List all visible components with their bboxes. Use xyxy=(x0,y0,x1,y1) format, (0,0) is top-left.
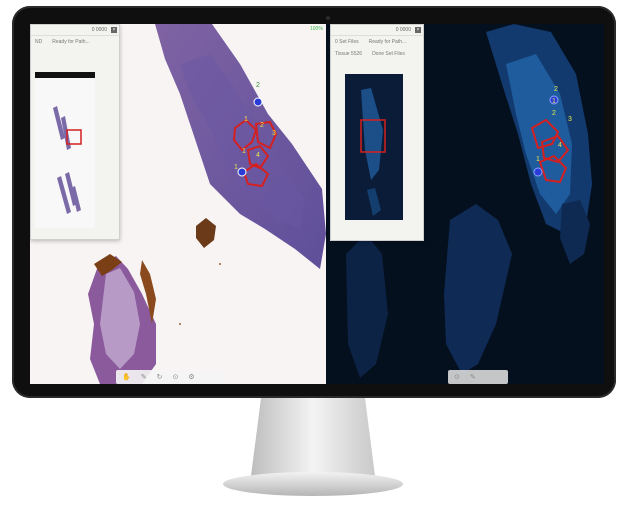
roi-label: 2 xyxy=(554,86,558,93)
roi-label: 2 xyxy=(256,82,260,89)
marker-left-bottom[interactable] xyxy=(237,167,247,177)
close-icon[interactable]: × xyxy=(415,27,421,33)
fluorescence-thumbnail[interactable] xyxy=(331,60,423,240)
roi-label: 2 xyxy=(552,110,556,117)
zoom-icon[interactable]: ⊙ xyxy=(172,373,178,381)
panel-titlebar: 0 0000 × xyxy=(331,25,423,36)
panel-row2-left: Tissue 5526 xyxy=(335,51,363,57)
roi-label: 1 xyxy=(244,116,248,123)
roi-label: 3 xyxy=(568,116,572,123)
webcam xyxy=(326,16,330,20)
panel-row2-right: Done Set Files xyxy=(372,51,405,57)
panel-left-label: ND xyxy=(35,39,43,45)
settings-icon[interactable]: ⚙ xyxy=(188,373,194,381)
monitor-stand-neck xyxy=(251,398,375,476)
zoom-icon[interactable]: ⊙ xyxy=(454,373,460,381)
roi-label: 4 xyxy=(558,142,562,149)
panel-row: 0 Set Files Ready for Path... xyxy=(331,36,423,48)
panel-row: Tissue 5526 Done Set Files xyxy=(331,48,423,60)
panel-titlebar: 0 0000 × xyxy=(31,25,119,36)
viewer-toolbar-left: ✋ ✎ ↻ ⊙ ⚙ xyxy=(116,370,224,384)
roi-label: 4 xyxy=(256,152,260,159)
panel-row1-right: Ready for Path... xyxy=(368,39,407,45)
roi-label: 3 xyxy=(272,130,276,137)
pen-icon[interactable]: ✎ xyxy=(470,373,476,381)
pen-icon[interactable]: ✎ xyxy=(141,373,147,381)
screen: 2 1 2 3 1 4 1 0 0000 × ND Ready for Path… xyxy=(30,24,604,384)
roi-label: 1 xyxy=(234,164,238,171)
marker-left-top[interactable] xyxy=(253,97,263,107)
slide-thumbnail[interactable] xyxy=(31,48,119,238)
panel-status: Ready for Path... xyxy=(52,39,90,45)
roi-label: 2 xyxy=(260,122,264,129)
panel-controls: 0 0000 xyxy=(395,27,411,33)
close-icon[interactable]: × xyxy=(111,27,117,33)
roi-label: 1 xyxy=(552,98,556,105)
overview-panel-right[interactable]: 0 0000 × 0 Set Files Ready for Path... T… xyxy=(330,24,424,241)
roi-label: 1 xyxy=(242,148,246,155)
panel-controls: 0 0000 xyxy=(91,27,107,33)
overview-panel-left[interactable]: 0 0000 × ND Ready for Path... xyxy=(30,24,120,240)
panel-status-row: ND Ready for Path... xyxy=(31,36,119,48)
pan-icon[interactable]: ✋ xyxy=(122,373,131,381)
roi-label: 1 xyxy=(536,156,540,163)
brightfield-viewer[interactable]: 2 1 2 3 1 4 1 0 0000 × ND Ready for Path… xyxy=(30,24,326,384)
rotate-icon[interactable]: ↻ xyxy=(157,373,163,381)
viewer-toolbar-right: ⊙ ✎ xyxy=(448,370,508,384)
monitor-stand-base xyxy=(223,472,403,496)
panel-row1-left: 0 Set Files xyxy=(335,39,359,45)
marker-right-bottom[interactable] xyxy=(533,167,543,177)
status-percent: 100% xyxy=(310,26,323,32)
